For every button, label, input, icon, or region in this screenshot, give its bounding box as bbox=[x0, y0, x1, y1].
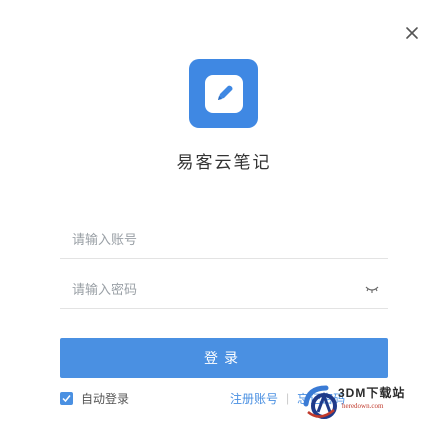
account-input[interactable] bbox=[70, 228, 358, 250]
password-toggle-button[interactable] bbox=[364, 282, 380, 294]
auto-login-checkbox[interactable] bbox=[60, 391, 73, 405]
auto-login-label: 自动登录 bbox=[81, 391, 130, 406]
check-icon bbox=[62, 394, 71, 402]
3dm-logo-icon bbox=[303, 385, 337, 419]
pen-icon bbox=[217, 85, 232, 100]
auto-login-option[interactable]: 自动登录 bbox=[60, 390, 129, 406]
eye-closed-icon bbox=[365, 286, 379, 293]
watermark: 3DM下载站 heredown.com bbox=[300, 382, 448, 424]
link-divider: | bbox=[286, 391, 290, 405]
account-field bbox=[60, 218, 388, 259]
watermark-text: 3DM下载站 bbox=[338, 386, 406, 400]
register-link[interactable]: 注册账号 bbox=[230, 390, 278, 407]
password-input[interactable] bbox=[70, 278, 358, 300]
close-button[interactable] bbox=[402, 24, 422, 44]
watermark-url: heredown.com bbox=[342, 402, 384, 410]
password-field bbox=[60, 268, 388, 309]
close-icon bbox=[406, 27, 418, 39]
login-button[interactable]: 登录 bbox=[60, 338, 388, 378]
app-title: 易客云笔记 bbox=[176, 153, 272, 172]
app-logo bbox=[189, 59, 258, 128]
